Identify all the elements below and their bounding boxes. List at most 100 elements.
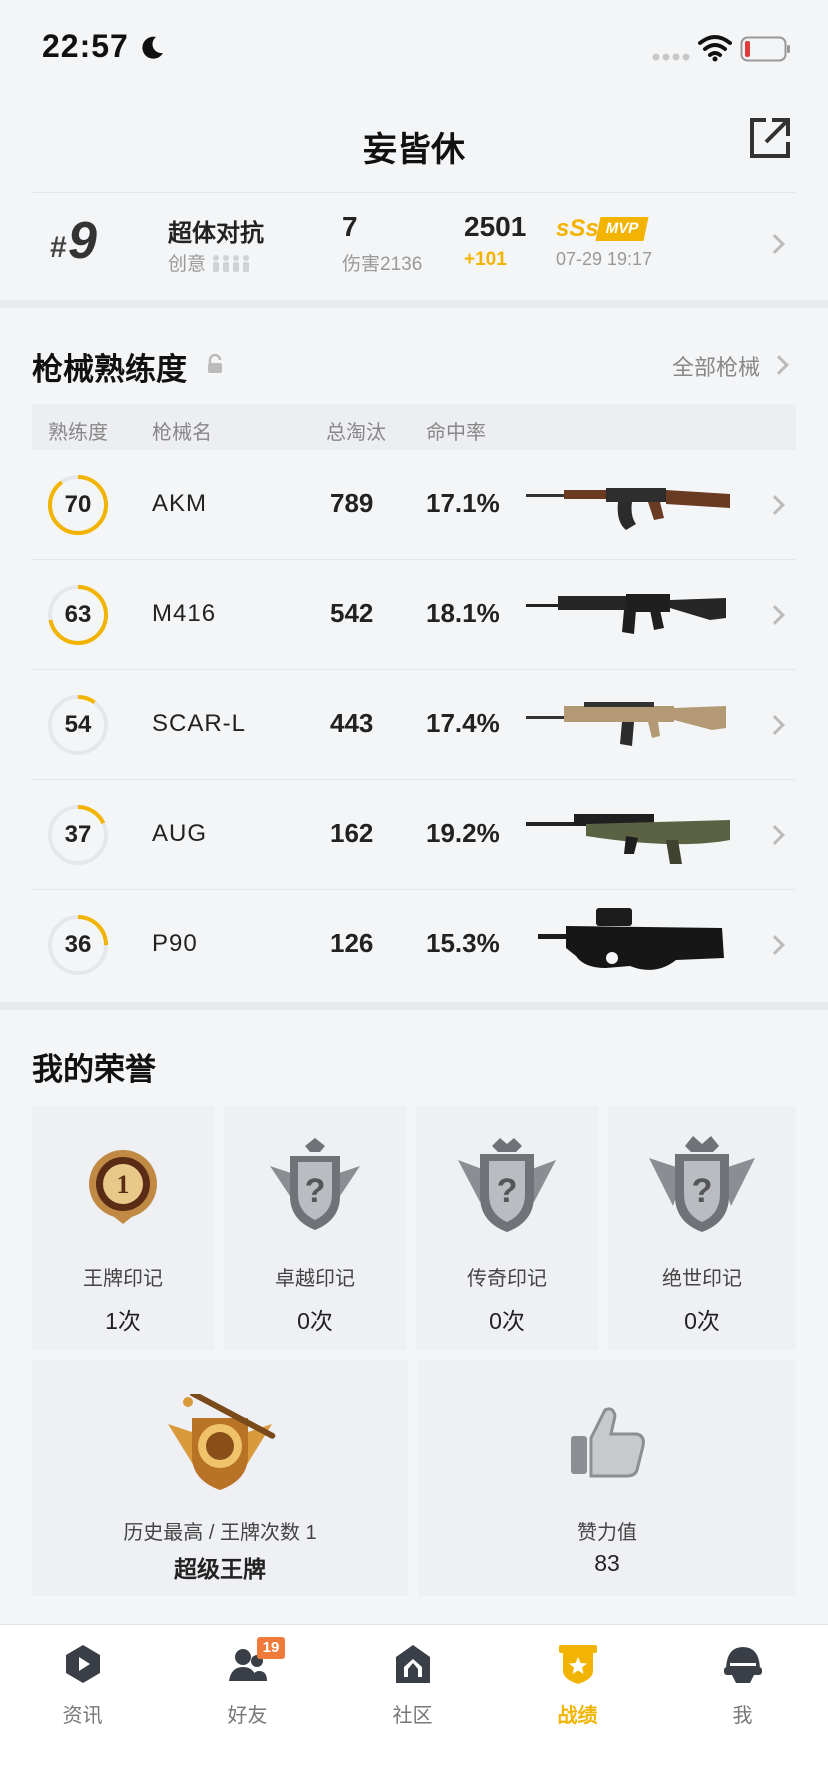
tab-label: 好友 [227,1705,268,1727]
ace-medal-icon: 1 [89,1150,157,1224]
honor-card-excellent[interactable]: ? 卓越印记 0次 [224,1106,406,1350]
chevron-right-icon [765,715,785,735]
col-proficiency: 熟练度 [48,422,108,444]
weapon-row-akm[interactable]: 70 AKM 789 17.1% [32,450,796,560]
honor-label: 绝世印记 [662,1268,742,1290]
mvp-badge: MVP [595,217,649,241]
all-guns-label: 全部枪械 [672,355,761,380]
record-icon [559,1645,597,1684]
signal-icon [652,53,690,61]
honor-card-peerless[interactable]: ? 绝世印记 0次 [608,1106,796,1350]
tab-label: 资讯 [62,1705,103,1727]
col-total-kills: 总淘汰 [326,422,386,444]
chevron-right-icon [765,495,785,515]
honor-label: 王牌印记 [83,1268,163,1290]
proficiency-value: 36 [64,931,92,958]
tab-label: 战绩 [557,1705,598,1727]
match-mode-sub: 创意 [168,249,251,276]
weapon-hit-rate: 15.3% [426,928,500,958]
svg-text:?: ? [305,1172,326,1210]
akm-rifle-image [526,488,730,530]
honor-label: 卓越印记 [275,1268,355,1290]
col-hit-rate: 命中率 [426,422,486,444]
weapon-name: SCAR-L [152,710,247,737]
honor-count: 1次 [105,1308,141,1334]
honor-count: 0次 [297,1308,333,1334]
proficiency-value: 70 [64,491,92,518]
weapon-table-header: 熟练度 枪械名 总淘汰 命中率 [32,404,796,450]
weapon-name: M416 [152,600,217,627]
chevron-right-icon [765,234,785,254]
battery-icon [740,36,790,62]
super-ace-emblem-icon [168,1394,276,1490]
honor-card-best-tier[interactable]: 历史最高 / 王牌次数 1 超级王牌 [32,1360,408,1596]
moon-icon [142,36,163,59]
community-icon [396,1645,430,1683]
honor-label: 历史最高 / 王牌次数 1 [123,1522,317,1544]
chevron-right-icon [765,605,785,625]
match-score: 2501 [464,211,527,242]
rank-hash: # [50,231,67,264]
honor-label: 传奇印记 [467,1268,547,1290]
proficiency-value: 37 [64,821,92,848]
m416-rifle-image [526,594,726,634]
svg-text:?: ? [692,1172,713,1210]
weapon-hit-rate: 19.2% [426,818,500,848]
match-kills: 7 [342,211,358,242]
weapon-kills: 162 [330,818,374,848]
weapon-kills: 126 [330,928,374,958]
page-title: 妄皆休 [363,131,465,169]
tab-bar: 资讯 19 好友 社区 战绩 我 [0,1624,828,1792]
team-members-icon [213,255,250,272]
latest-match-card[interactable]: # 9 超体对抗 创意 7 伤害2136 2501 +101 sSs MVP 0… [32,192,796,296]
honor-card-ace[interactable]: 1 王牌印记 1次 [32,1106,214,1350]
weapon-row-p90[interactable]: 36 P90 126 15.3% [32,890,796,1000]
locked-emblem-icon: ? [270,1138,360,1230]
weapon-kills: 443 [330,708,374,738]
match-damage: 伤害2136 [342,254,423,275]
tab-community[interactable]: 社区 [330,1625,495,1745]
honor-count: 0次 [489,1308,525,1334]
locked-emblem-icon: ? [458,1138,556,1232]
honor-label: 赞力值 [577,1522,637,1544]
chevron-right-icon [769,355,789,375]
weapon-name: AUG [152,820,208,847]
weapon-row-scar-l[interactable]: 54 SCAR-L 443 17.4% [32,670,796,780]
honor-card-likes[interactable]: 赞力值 83 [418,1360,796,1596]
weapon-section-title: 枪械熟练度 [32,352,187,387]
chevron-right-icon [765,935,785,955]
p90-smg-image [538,908,724,970]
col-weapon-name: 枪械名 [152,422,212,444]
honor-card-legend[interactable]: ? 传奇印记 0次 [416,1106,598,1350]
header: 妄皆休 [0,100,828,188]
weapon-hit-rate: 17.4% [426,708,500,738]
tab-news[interactable]: 资讯 [0,1625,165,1745]
unlock-icon[interactable] [206,354,224,374]
proficiency-value: 54 [64,711,92,738]
tab-label: 社区 [392,1705,433,1727]
weapon-row-m416[interactable]: 63 M416 542 18.1% [32,560,796,670]
weapon-hit-rate: 17.1% [426,488,500,518]
tab-me[interactable]: 我 [660,1625,825,1745]
all-guns-link[interactable]: 全部枪械 [672,350,760,382]
best-tier-value: 超级王牌 [174,1556,266,1582]
match-rank: 9 [68,212,97,270]
thumbs-up-icon [571,1407,645,1478]
weapon-row-aug[interactable]: 37 AUG 162 19.2% [32,780,796,890]
chevron-right-icon [765,825,785,845]
svg-text:?: ? [497,1172,518,1210]
match-date: 07-29 19:17 [556,249,653,269]
tab-label: 我 [732,1705,753,1727]
weapon-hit-rate: 18.1% [426,598,500,628]
honor-section-title: 我的荣誉 [32,1052,156,1087]
share-icon[interactable] [748,116,792,160]
tab-friends[interactable]: 19 好友 [165,1625,330,1745]
locked-emblem-icon: ? [649,1136,755,1232]
tab-record[interactable]: 战绩 [495,1625,660,1745]
section-divider [0,1002,828,1010]
weapon-name: P90 [152,930,198,957]
svg-text:1: 1 [117,1170,130,1199]
aug-rifle-image [526,814,730,864]
scar-l-rifle-image [526,702,726,746]
status-bar: 22:57 [0,0,828,100]
